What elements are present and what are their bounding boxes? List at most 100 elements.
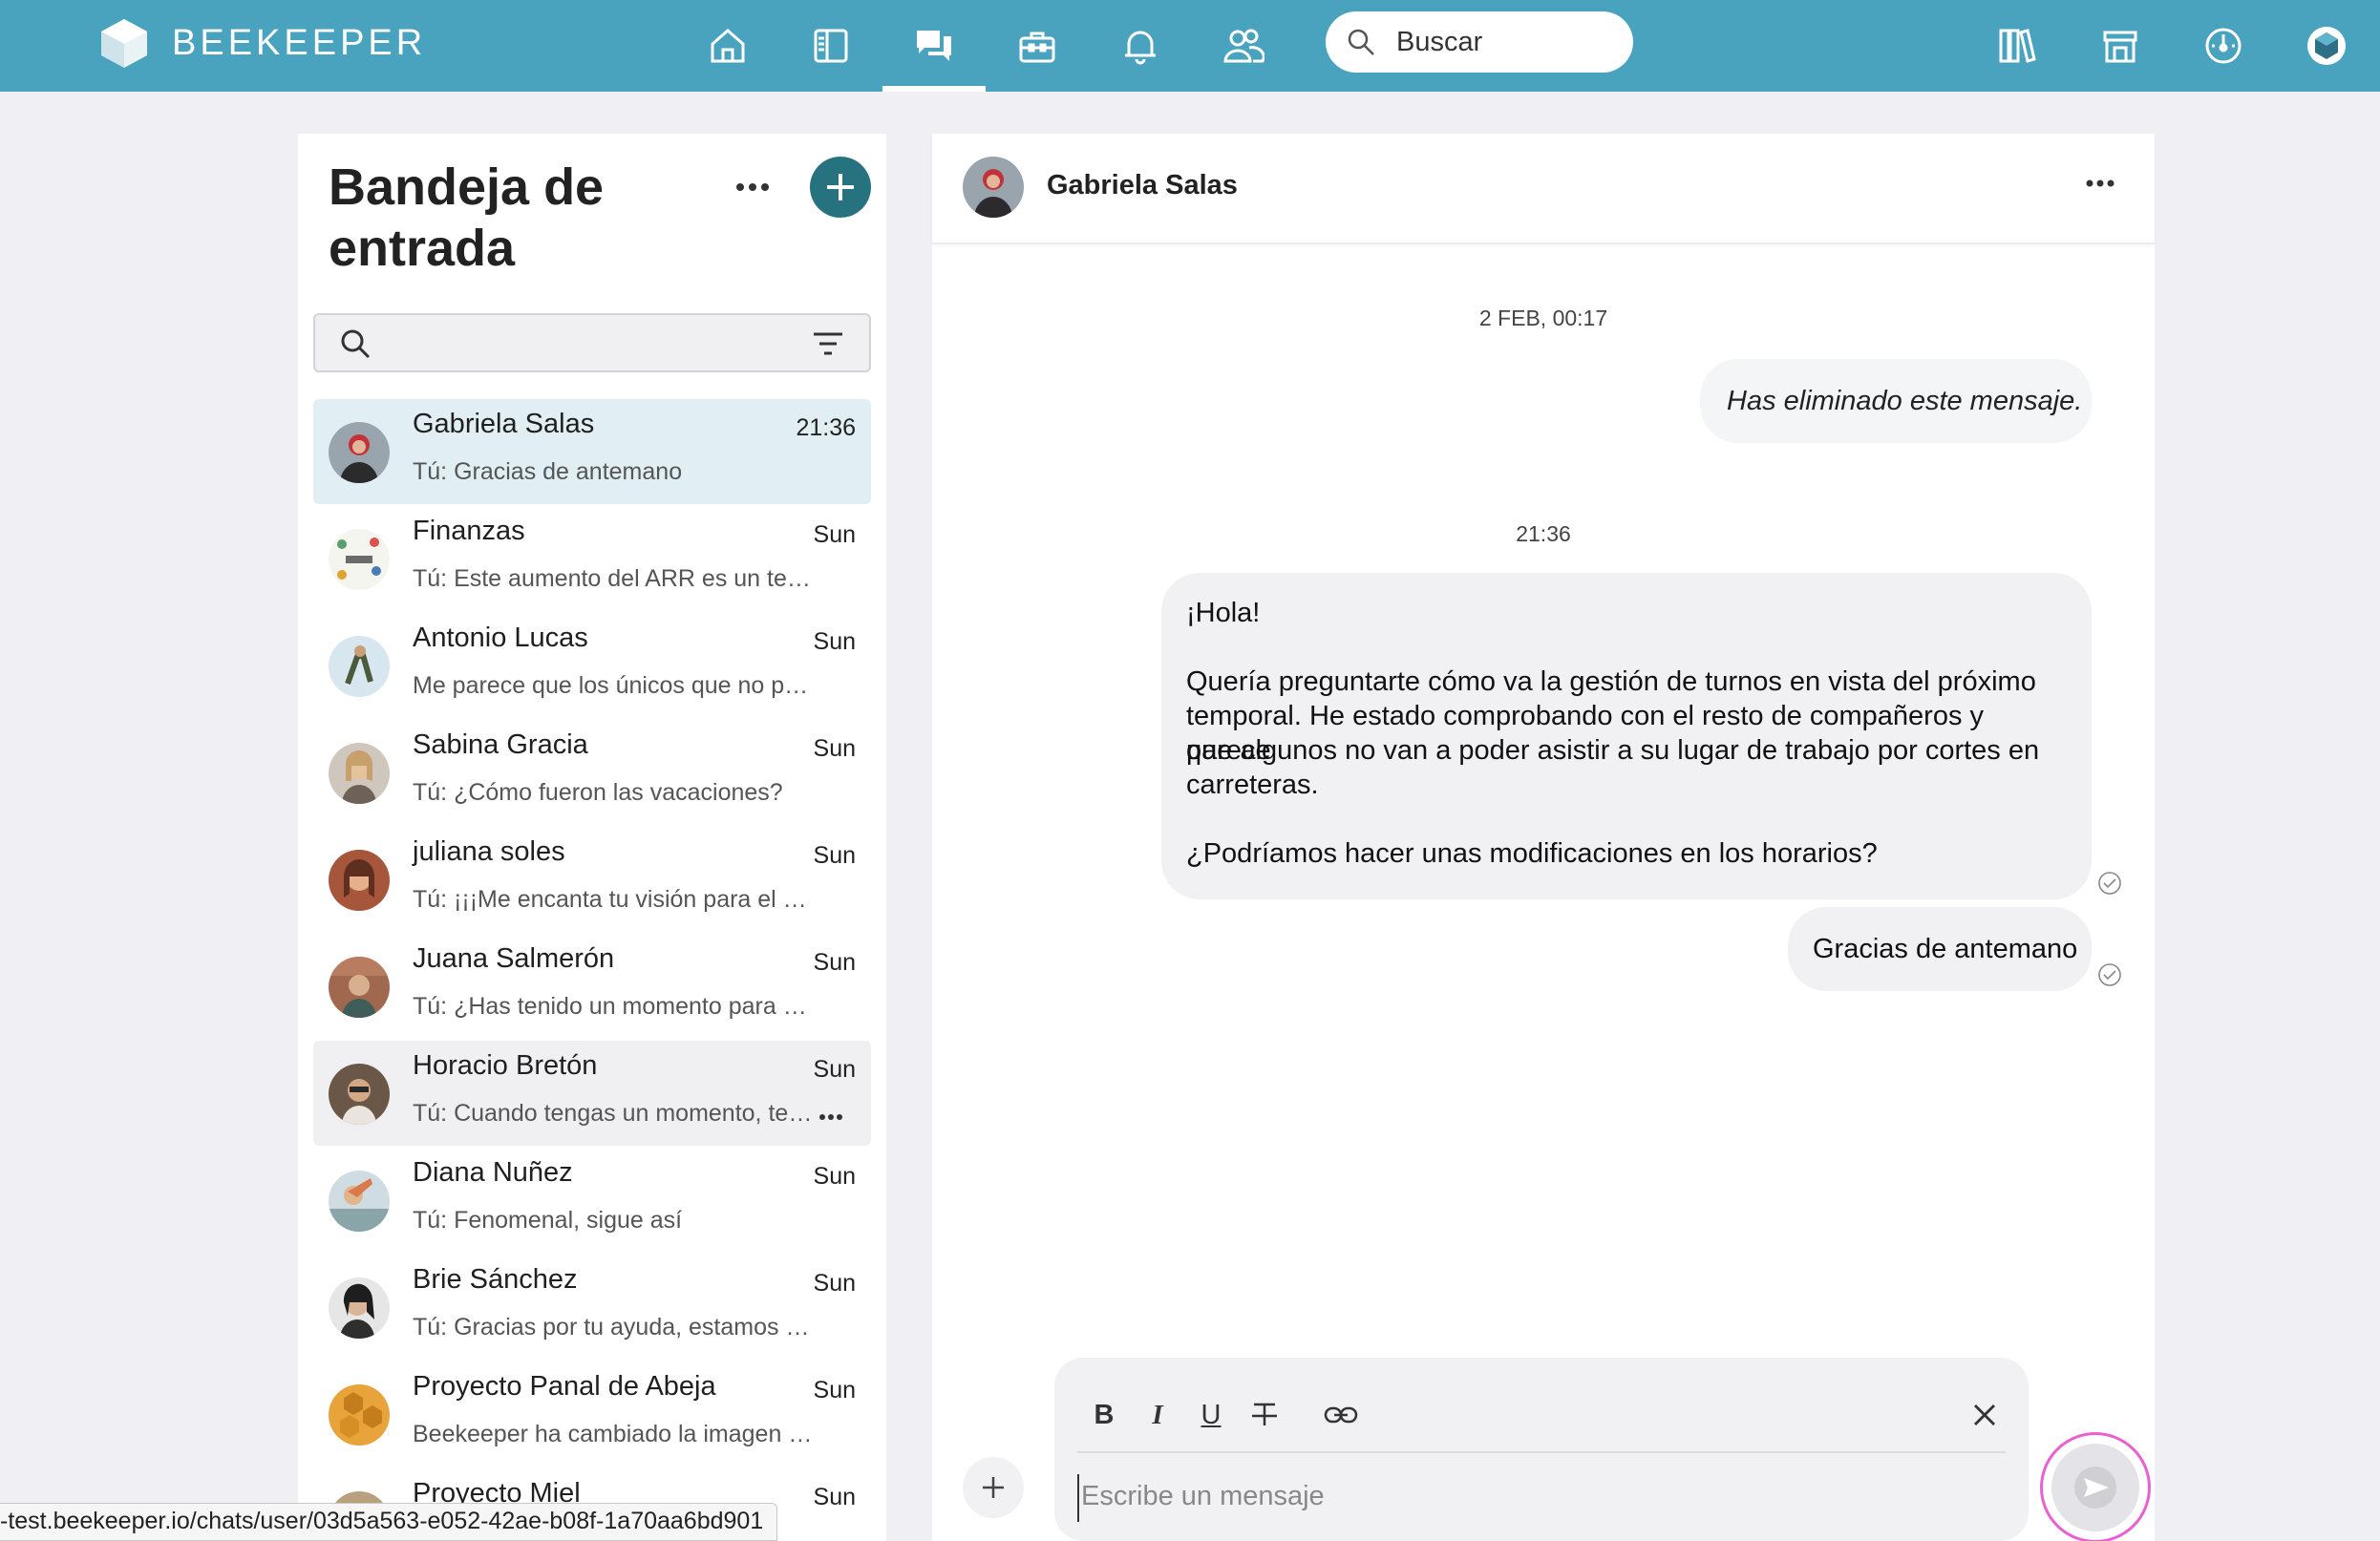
inbox-more-button[interactable] — [722, 174, 783, 201]
brand-name: BEEKEEPER — [172, 22, 427, 63]
conversation-preview: Tú: Gracias de antemano — [413, 458, 683, 485]
bold-button[interactable]: B — [1083, 1394, 1125, 1436]
conversation-item[interactable]: Gabriela Salas 21:36 Tú: Gracias de ante… — [313, 399, 871, 504]
conversation-item[interactable]: Diana Nuñez Sun Tú: Fenomenal, sigue así — [313, 1148, 871, 1253]
read-check-icon — [2098, 872, 2121, 895]
conversation-preview: Tú: Gracias por tu ayuda, estamos en ell… — [413, 1314, 814, 1340]
chat-more-button[interactable] — [2086, 174, 2124, 193]
nav-home[interactable] — [699, 17, 756, 74]
conversation-name: Juana Salmerón — [413, 943, 615, 974]
chat-contact-name[interactable]: Gabriela Salas — [1047, 170, 1238, 201]
message-bubble[interactable]: ¡Hola! Quería preguntarte cómo va la ges… — [1161, 573, 2092, 899]
message-line: carreteras. — [1186, 770, 1319, 800]
message-line: ¿Podríamos hacer unas modificaciones en … — [1186, 838, 1878, 869]
plus-icon — [983, 1477, 1004, 1498]
send-button[interactable] — [2051, 1444, 2139, 1531]
nav-notifications[interactable] — [1112, 17, 1169, 74]
conversation-time: Sun — [813, 1484, 856, 1510]
nav-people[interactable] — [1215, 17, 1272, 74]
message-line: ¡Hola! — [1186, 598, 1261, 628]
inbox-search-input[interactable] — [313, 313, 871, 372]
nav-dashboard[interactable] — [2195, 17, 2252, 74]
conversation-more-button[interactable] — [819, 1108, 848, 1127]
avatar — [329, 1064, 390, 1125]
italic-button[interactable]: I — [1137, 1394, 1179, 1436]
conversation-time: Sun — [813, 735, 856, 762]
search-icon — [1348, 29, 1374, 55]
conversation-item[interactable]: Finanzas Sun Tú: Este aumento del ARR es… — [313, 506, 871, 611]
conversation-preview: Me parece que los únicos que no pueden — [413, 672, 814, 699]
nav-chat[interactable] — [905, 17, 963, 74]
conversation-item[interactable]: Antonio Lucas Sun Me parece que los únic… — [313, 613, 871, 718]
close-formatting-button[interactable] — [1964, 1394, 2006, 1436]
conversation-item[interactable]: Horacio Bretón Sun Tú: Cuando tengas un … — [313, 1041, 871, 1146]
conversation-preview: Tú: ¡¡¡Me encanta tu visión para el proy… — [413, 886, 814, 913]
send-icon — [2074, 1467, 2116, 1509]
nav-shop[interactable] — [2092, 17, 2149, 74]
nav-stream[interactable] — [802, 17, 860, 74]
avatar — [329, 957, 390, 1018]
link-icon — [1324, 1406, 1358, 1424]
search-icon — [341, 329, 371, 359]
brand-logo[interactable]: BEEKEEPER — [99, 17, 426, 69]
underline-button[interactable]: U — [1190, 1394, 1232, 1436]
conversation-name: Finanzas — [413, 516, 525, 546]
message-line: temporal. He estado comprobando con el r… — [1186, 701, 1985, 766]
conversation-preview: Tú: ¿Has tenido un momento para revisar — [413, 993, 814, 1020]
link-button[interactable] — [1320, 1394, 1362, 1436]
attach-button[interactable] — [963, 1457, 1024, 1518]
deleted-message-bubble[interactable]: Has eliminado este mensaje. — [1700, 359, 2092, 443]
global-search[interactable]: Buscar — [1326, 11, 1633, 73]
conversation-name: Diana Nuñez — [413, 1157, 573, 1188]
conversation-time: 21:36 — [796, 414, 856, 441]
conversation-time: Sun — [813, 1377, 856, 1404]
filter-icon[interactable] — [812, 330, 844, 357]
chat-icon — [917, 31, 951, 61]
strikethrough-icon — [1252, 1403, 1277, 1425]
nav-profile[interactable] — [2298, 17, 2355, 74]
conversation-item[interactable]: juliana soles Sun Tú: ¡¡¡Me encanta tu v… — [313, 827, 871, 932]
tools-icon — [1019, 32, 1055, 63]
new-chat-button[interactable] — [810, 157, 871, 218]
avatar — [329, 422, 390, 483]
conversation-time: Sun — [813, 1163, 856, 1190]
conversation-name: Sabina Gracia — [413, 729, 588, 760]
conversation-item[interactable]: Proyecto Panal de Abeja Sun Beekeeper ha… — [313, 1362, 871, 1467]
avatar — [329, 850, 390, 911]
conversation-item[interactable]: Juana Salmerón Sun Tú: ¿Has tenido un mo… — [313, 934, 871, 1039]
nav-active-indicator — [882, 86, 986, 92]
beekeeper-logo-icon — [101, 19, 147, 68]
deleted-message-text: Has eliminado este mensaje. — [1727, 386, 2083, 416]
conversation-name: juliana soles — [413, 836, 565, 867]
conversation-time: Sun — [813, 1056, 856, 1083]
top-bar: BEEKEEPER Buscar — [0, 0, 2380, 92]
message-line: Quería preguntarte cómo va la gestión de… — [1186, 666, 2036, 697]
nav-tools[interactable] — [1009, 17, 1066, 74]
shop-icon — [2103, 31, 2137, 63]
conversation-preview: Tú: ¿Cómo fueron las vacaciones? — [413, 779, 783, 806]
conversation-item[interactable]: Sabina Gracia Sun Tú: ¿Cómo fueron las v… — [313, 720, 871, 825]
nav-library[interactable] — [1988, 17, 2046, 74]
message-line: que algunos no van a poder asistir a su … — [1186, 735, 2040, 766]
conversation-preview: Beekeeper ha cambiado la imagen del chat — [413, 1421, 814, 1447]
status-bar-url: -test.beekeeper.io/chats/user/03d5a563-e… — [0, 1503, 778, 1541]
conversation-name: Brie Sánchez — [413, 1264, 578, 1295]
close-icon — [1974, 1404, 1995, 1425]
chat-panel: Gabriela Salas 2 FEB, 00:17 Has eliminad… — [932, 134, 2155, 1541]
conversation-preview: Tú: Este aumento del ARR es un testimoni… — [413, 565, 814, 592]
message-input[interactable]: Escribe un mensaje — [1077, 1474, 1975, 1522]
strikethrough-button[interactable] — [1243, 1394, 1286, 1436]
message-text: Gracias de antemano — [1813, 934, 2078, 964]
conversation-name: Antonio Lucas — [413, 623, 588, 653]
avatar — [329, 743, 390, 804]
message-bubble[interactable]: Gracias de antemano — [1788, 907, 2092, 991]
profile-icon — [2307, 27, 2346, 65]
conversation-time: Sun — [813, 521, 856, 548]
home-icon — [711, 29, 745, 63]
inbox-title: Bandeja de entrada — [329, 158, 605, 277]
divider — [1077, 1451, 2006, 1453]
conversation-name: Proyecto Panal de Abeja — [413, 1371, 716, 1402]
conversation-item[interactable]: Brie Sánchez Sun Tú: Gracias por tu ayud… — [313, 1255, 871, 1360]
avatar[interactable] — [963, 157, 1024, 218]
message-timestamp: 2 FEB, 00:17 — [1478, 306, 1608, 330]
